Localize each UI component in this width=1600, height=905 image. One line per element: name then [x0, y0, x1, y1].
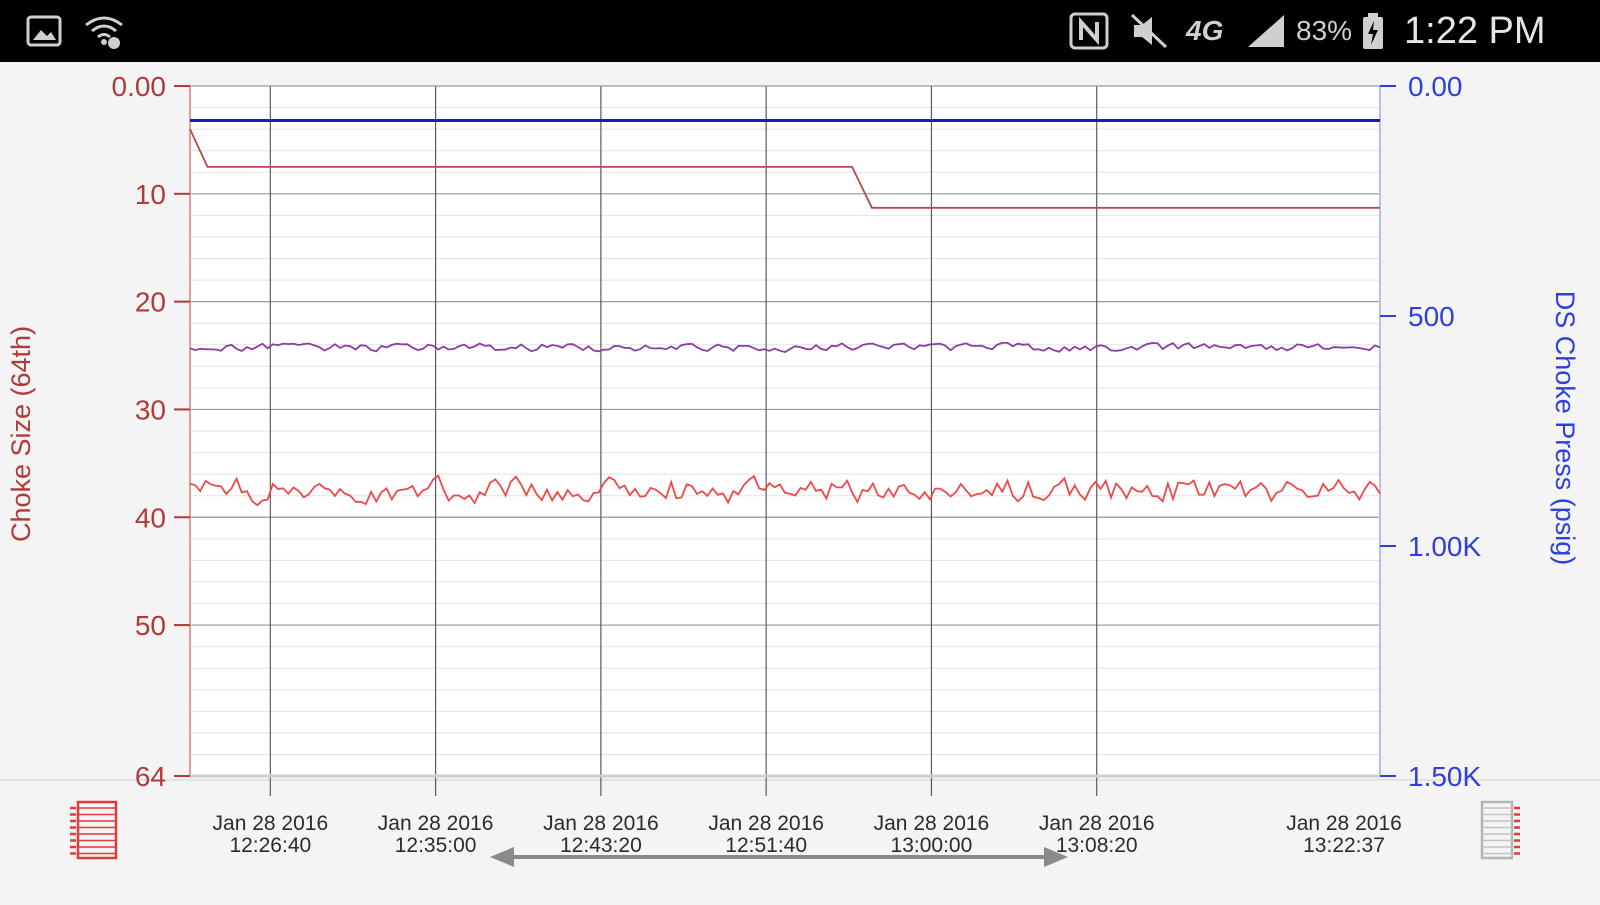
- left-axis-title: Choke Size (64th): [6, 326, 36, 542]
- right-tick-label: 1.00K: [1408, 531, 1481, 562]
- x-tick-label: 12:35:00: [395, 834, 477, 857]
- chart[interactable]: 0.00 10 20 30 40 50 64 0.00 500 1.00K 1.50K Jan 2…: [0, 62, 1600, 900]
- x-tick-label: 12:43:20: [560, 834, 642, 857]
- status-bar: 4G 83% 1:22 PM: [0, 0, 1600, 62]
- chart-svg[interactable]: 0.00 10 20 30 40 50 64 0.00 500 1.00K 1.50K Jan 2…: [0, 62, 1600, 900]
- left-tick-label: 40: [135, 502, 166, 533]
- right-axis-title: DS Choke Press (psig): [1550, 291, 1580, 566]
- x-tick-label: Jan 28 2016: [1286, 812, 1402, 835]
- left-tick-label: 50: [135, 610, 166, 641]
- x-tick-label: 13:08:20: [1056, 834, 1138, 857]
- signal-icon: [1244, 0, 1288, 62]
- x-tick-label: Jan 28 2016: [874, 812, 990, 835]
- x-tick-label: 13:22:37: [1303, 834, 1385, 857]
- left-tick-label: 30: [135, 394, 166, 425]
- x-tick-label: Jan 28 2016: [1039, 812, 1155, 835]
- wifi-icon: [82, 0, 126, 62]
- x-tick-label: Jan 28 2016: [543, 812, 659, 835]
- right-tick-label: 500: [1408, 301, 1455, 332]
- battery-icon: [1360, 0, 1386, 62]
- right-tick-label: 1.50K: [1408, 761, 1481, 792]
- x-tick-label: Jan 28 2016: [378, 812, 494, 835]
- x-tick-label: Jan 28 2016: [708, 812, 824, 835]
- gallery-icon: [24, 0, 64, 62]
- mute-icon: [1128, 0, 1170, 62]
- nfc-icon: [1068, 0, 1110, 62]
- x-tick-label: 12:51:40: [725, 834, 807, 857]
- left-tick-label: 64: [135, 761, 166, 792]
- right-tick-label: 0.00: [1408, 71, 1463, 102]
- left-tick-label: 10: [135, 179, 166, 210]
- left-tick-label: 0.00: [112, 71, 167, 102]
- x-tick-label: 12:26:40: [229, 834, 311, 857]
- x-tick-label: 13:00:00: [891, 834, 973, 857]
- left-tick-label: 20: [135, 287, 166, 318]
- clock: 1:22 PM: [1404, 9, 1546, 52]
- x-tick-label: Jan 28 2016: [213, 812, 329, 835]
- lte-icon: 4G: [1186, 15, 1224, 46]
- battery-percent: 83%: [1296, 15, 1353, 46]
